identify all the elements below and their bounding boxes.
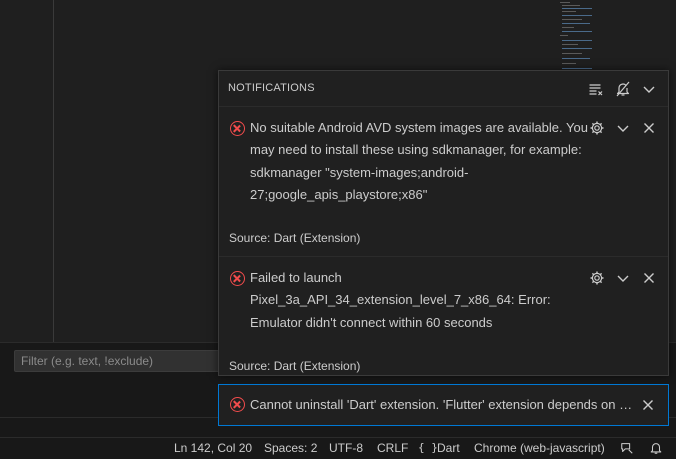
error-icon xyxy=(230,121,245,136)
notification-message: No suitable Android AVD system images ar… xyxy=(250,120,588,202)
device-selector[interactable]: Chrome (web-javascript) xyxy=(474,441,605,455)
indentation[interactable]: Spaces: 2 xyxy=(264,441,317,455)
status-bar: Ln 142, Col 20 Spaces: 2 UTF-8 CRLF { } … xyxy=(0,437,676,459)
notification-center-title: NOTIFICATIONS xyxy=(228,82,315,94)
chevron-down-icon[interactable] xyxy=(615,120,631,136)
error-icon xyxy=(230,397,245,412)
editor-ruler xyxy=(53,0,54,342)
notification-toast[interactable]: Cannot uninstall 'Dart' extension. 'Flut… xyxy=(218,384,669,426)
error-icon xyxy=(230,271,245,286)
bell-slash-icon[interactable] xyxy=(615,81,631,97)
cursor-position[interactable]: Ln 142, Col 20 xyxy=(174,441,252,455)
gear-icon[interactable] xyxy=(589,120,605,136)
close-icon[interactable] xyxy=(641,270,657,286)
notification-center: NOTIFICATIONS No suitable Android AVD sy… xyxy=(218,70,669,376)
notification-center-header: NOTIFICATIONS xyxy=(219,71,668,106)
close-icon[interactable] xyxy=(641,120,657,136)
notification-item: Failed to launch Pixel_3a_API_34_extensi… xyxy=(219,256,668,384)
minimap[interactable] xyxy=(556,0,600,80)
notification-source: Source: Dart (Extension) xyxy=(229,231,361,245)
gear-icon[interactable] xyxy=(589,270,605,286)
chevron-down-icon[interactable] xyxy=(641,81,657,97)
bell-icon[interactable] xyxy=(649,441,663,455)
braces-icon: { } xyxy=(418,441,438,454)
chevron-down-icon[interactable] xyxy=(615,270,631,286)
feedback-icon[interactable] xyxy=(620,441,634,455)
notification-message: Cannot uninstall 'Dart' extension. 'Flut… xyxy=(250,397,634,412)
clear-all-icon[interactable] xyxy=(588,81,604,97)
encoding[interactable]: UTF-8 xyxy=(329,441,363,455)
close-icon[interactable] xyxy=(640,397,656,413)
language-mode[interactable]: Dart xyxy=(437,441,460,455)
notification-message: Failed to launch Pixel_3a_API_34_extensi… xyxy=(250,270,551,330)
end-of-line[interactable]: CRLF xyxy=(377,441,408,455)
notification-source: Source: Dart (Extension) xyxy=(229,359,361,373)
notification-item: No suitable Android AVD system images ar… xyxy=(219,106,668,256)
